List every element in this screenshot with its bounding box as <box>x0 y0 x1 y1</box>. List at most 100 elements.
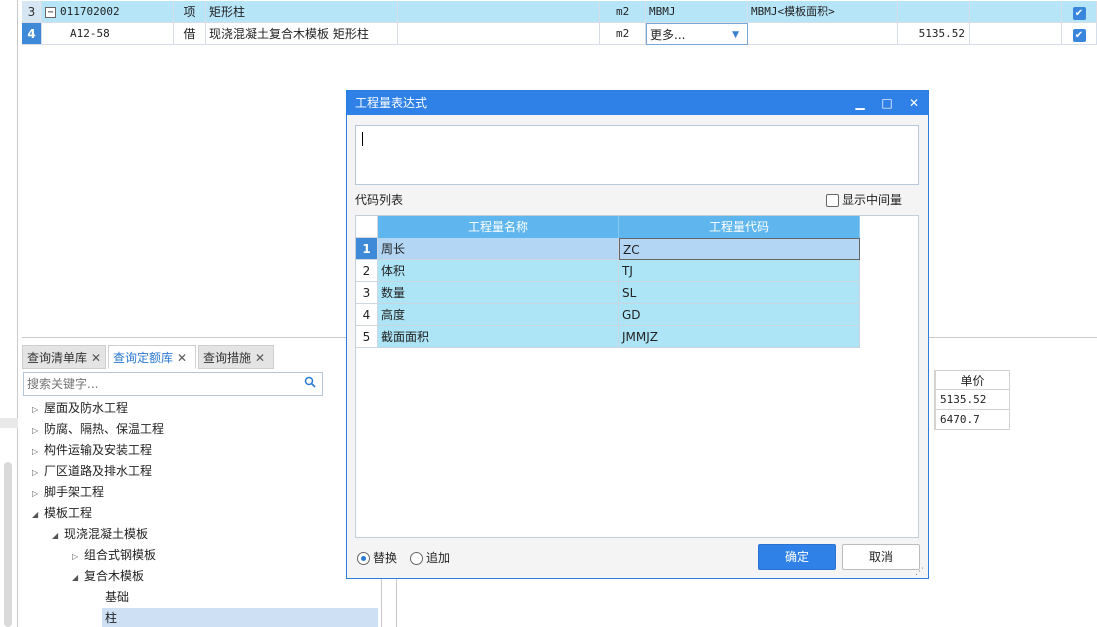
tree-item[interactable]: ▷ 脚手架工程 <box>32 482 104 503</box>
blank-cell <box>970 23 1062 45</box>
tree-item-label: 屋面及防水工程 <box>44 401 129 415</box>
unit-cell: m2 <box>600 23 646 45</box>
code-cell: A12-58 <box>42 23 174 45</box>
tree-item[interactable]: ▷ 屋面及防水工程 <box>32 398 128 419</box>
code-row[interactable]: 2 体积 TJ <box>356 260 860 282</box>
name-cell: 矩形柱 <box>206 1 398 23</box>
code-row[interactable]: 1 周长 ZC <box>356 238 860 260</box>
expr-cell[interactable]: MBMJ <box>646 1 748 23</box>
tree-item[interactable]: ▷ 组合式钢模板 <box>72 545 156 566</box>
table-row[interactable]: 4 A12-58 借 现浇混凝土复合木模板 矩形柱 m2 更多... ▼ 5135… <box>22 23 1097 45</box>
tree-item-label: 现浇混凝土模板 <box>64 527 149 541</box>
cancel-button[interactable]: 取消 <box>842 544 920 570</box>
quantity-code-cell[interactable]: GD <box>619 304 860 326</box>
column-header[interactable]: 工程量名称 <box>378 216 619 238</box>
tab-query-measures[interactable]: 查询措施 ✕ <box>198 345 274 369</box>
checkbox-cell[interactable]: ✔ <box>1062 1 1097 23</box>
quantity-name-cell[interactable]: 体积 <box>378 260 619 282</box>
close-icon[interactable]: ✕ <box>255 351 265 365</box>
text-caret <box>362 132 363 146</box>
collapse-icon[interactable]: − <box>45 6 56 18</box>
radio-icon[interactable] <box>410 552 423 565</box>
tree-item[interactable]: ◢ 模板工程 <box>32 503 92 524</box>
append-radio[interactable]: 追加 <box>410 549 450 566</box>
expr-desc-cell: MBMJ<模板面积> <box>748 1 898 23</box>
radio-selected-icon[interactable] <box>357 552 370 565</box>
expr-desc-cell <box>748 23 898 45</box>
row-number: 3 <box>22 1 42 23</box>
quantity-name-cell[interactable]: 截面面积 <box>378 326 619 348</box>
tree-item[interactable]: ▷ 构件运输及安装工程 <box>32 440 152 461</box>
price-cell: 5135.52 <box>898 23 970 45</box>
radio-label: 追加 <box>426 551 451 565</box>
collapse-arrow-icon[interactable]: ◢ <box>32 504 44 525</box>
resize-grip-icon[interactable]: ⋰ <box>915 567 924 577</box>
tree-item-selected[interactable]: 柱 <box>102 608 378 627</box>
expand-arrow-icon[interactable]: ▷ <box>32 420 44 441</box>
quantity-code-cell[interactable]: SL <box>619 282 860 304</box>
tree-item-label: 厂区道路及排水工程 <box>44 464 153 478</box>
code-text: 011702002 <box>60 5 120 18</box>
code-cell: −011702002 <box>42 1 174 23</box>
tree-item[interactable]: ▷ 厂区道路及排水工程 <box>32 461 152 482</box>
quantity-code-cell[interactable]: JMMJZ <box>619 326 860 348</box>
expand-arrow-icon[interactable]: ▷ <box>32 462 44 483</box>
collapse-arrow-icon[interactable]: ◢ <box>72 567 84 588</box>
tree-item-label: 复合木模板 <box>84 569 145 583</box>
code-grid-header: 工程量名称 工程量代码 <box>356 216 860 238</box>
column-header[interactable]: 工程量代码 <box>619 216 860 238</box>
code-row[interactable]: 5 截面面积 JMMJZ <box>356 326 860 348</box>
checkbox-checked-icon[interactable]: ✔ <box>1072 7 1086 20</box>
collapse-arrow-icon[interactable]: ◢ <box>52 525 64 546</box>
expand-arrow-icon[interactable]: ▷ <box>32 441 44 462</box>
search-box[interactable] <box>23 372 323 396</box>
dialog-titlebar[interactable]: 工程量表达式 ▁ □ ✕ <box>347 91 928 115</box>
close-icon[interactable]: ✕ <box>91 351 101 365</box>
tree-item-label: 组合式钢模板 <box>84 548 157 562</box>
tree-item-label: 基础 <box>105 590 130 604</box>
desc-cell <box>398 23 600 45</box>
tab-query-list[interactable]: 查询清单库 ✕ <box>22 345 106 369</box>
expand-arrow-icon[interactable]: ▷ <box>32 483 44 504</box>
quantity-code-cell[interactable]: ZC <box>619 238 860 260</box>
code-grid: 工程量名称 工程量代码 1 周长 ZC 2 体积 TJ 3 数量 SL 4 高度… <box>355 215 919 538</box>
minimize-icon[interactable]: ▁ <box>847 91 873 115</box>
search-icon[interactable] <box>304 376 316 391</box>
expand-arrow-icon[interactable]: ▷ <box>32 399 44 420</box>
tab-query-quota[interactable]: 查询定额库 ✕ <box>108 345 196 369</box>
search-input[interactable] <box>24 373 294 395</box>
table-edge <box>928 370 935 430</box>
table-row[interactable]: 3 −011702002 项 矩形柱 m2 MBMJ MBMJ<模板面积> ✔ <box>22 1 1097 23</box>
radio-label: 替换 <box>373 551 398 565</box>
price-value: 6470.7 <box>935 410 1010 430</box>
show-intermediate-checkbox[interactable]: 显示中间量 <box>826 191 902 208</box>
checkbox-checked-icon[interactable]: ✔ <box>1072 29 1086 42</box>
expr-dropdown[interactable]: 更多... ▼ <box>646 23 748 45</box>
close-icon[interactable]: ✕ <box>177 351 187 365</box>
left-scrollbar[interactable] <box>4 462 12 627</box>
chevron-down-icon[interactable]: ▼ <box>732 24 739 44</box>
quantity-code-cell[interactable]: TJ <box>619 260 860 282</box>
ok-button[interactable]: 确定 <box>758 544 836 570</box>
code-row[interactable]: 4 高度 GD <box>356 304 860 326</box>
blank-cell <box>970 1 1062 23</box>
quantity-name-cell[interactable]: 周长 <box>378 238 619 260</box>
tree-item[interactable]: ◢ 现浇混凝土模板 <box>52 524 148 545</box>
price-cell <box>898 1 970 23</box>
expression-input[interactable] <box>355 125 919 185</box>
checkbox-label: 显示中间量 <box>842 193 903 207</box>
expand-arrow-icon[interactable]: ▷ <box>72 546 84 567</box>
tree-item[interactable]: ◢ 复合木模板 <box>72 566 144 587</box>
tree-item[interactable]: ▷ 防腐、隔热、保温工程 <box>32 419 164 440</box>
quantity-name-cell[interactable]: 高度 <box>378 304 619 326</box>
maximize-icon[interactable]: □ <box>874 91 900 115</box>
replace-radio[interactable]: 替换 <box>357 549 397 566</box>
code-row[interactable]: 3 数量 SL <box>356 282 860 304</box>
close-icon[interactable]: ✕ <box>901 91 927 115</box>
type-cell: 项 <box>174 1 206 23</box>
tab-label: 查询措施 <box>203 351 252 365</box>
checkbox-cell[interactable]: ✔ <box>1062 23 1097 45</box>
checkbox-icon[interactable] <box>826 194 839 207</box>
tree-item[interactable]: 基础 <box>102 587 378 608</box>
quantity-name-cell[interactable]: 数量 <box>378 282 619 304</box>
